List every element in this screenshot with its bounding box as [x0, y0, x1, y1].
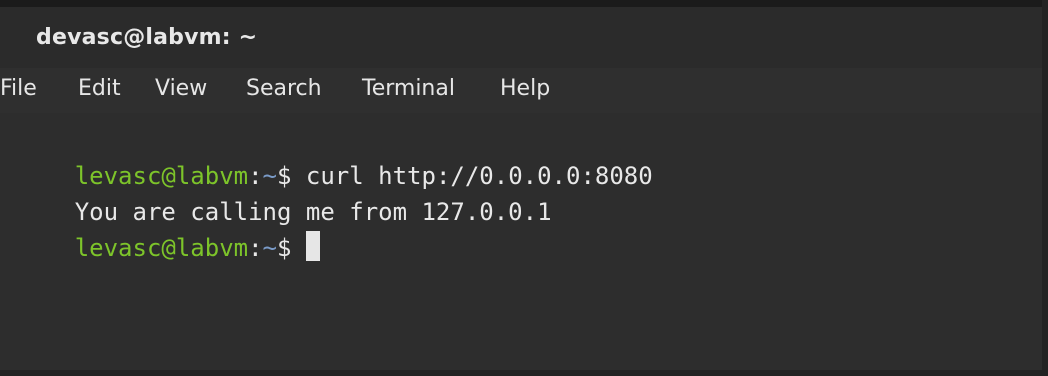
- menu-terminal[interactable]: Terminal: [362, 76, 455, 101]
- window-title: devasc@labvm: ~: [36, 25, 258, 50]
- terminal-area[interactable]: levasc@labvm:~$ curl http://0.0.0.0:8080…: [0, 113, 1048, 376]
- text-cursor: [305, 231, 320, 261]
- menu-file[interactable]: File: [0, 76, 37, 101]
- menu-help[interactable]: Help: [500, 76, 550, 101]
- menu-view[interactable]: View: [155, 76, 207, 101]
- prompt-user: levasc@labvm: [74, 234, 249, 262]
- prompt-path: ~: [262, 234, 277, 262]
- terminal-window: devasc@labvm: ~ File Edit View Search Te…: [0, 0, 1048, 376]
- prompt-symbol: $: [277, 234, 306, 262]
- menu-search[interactable]: Search: [246, 76, 322, 101]
- menu-edit[interactable]: Edit: [78, 76, 121, 101]
- terminal-line-prompt: levasc@labvm:~$: [0, 194, 320, 302]
- window-bottom-edge: [0, 370, 1048, 376]
- top-panel-strip: [0, 0, 1048, 7]
- menu-bar: File Edit View Search Terminal Help: [0, 68, 1048, 113]
- window-titlebar[interactable]: devasc@labvm: ~: [0, 7, 1048, 68]
- window-right-edge: [1042, 0, 1048, 376]
- prompt-separator: :: [248, 234, 263, 262]
